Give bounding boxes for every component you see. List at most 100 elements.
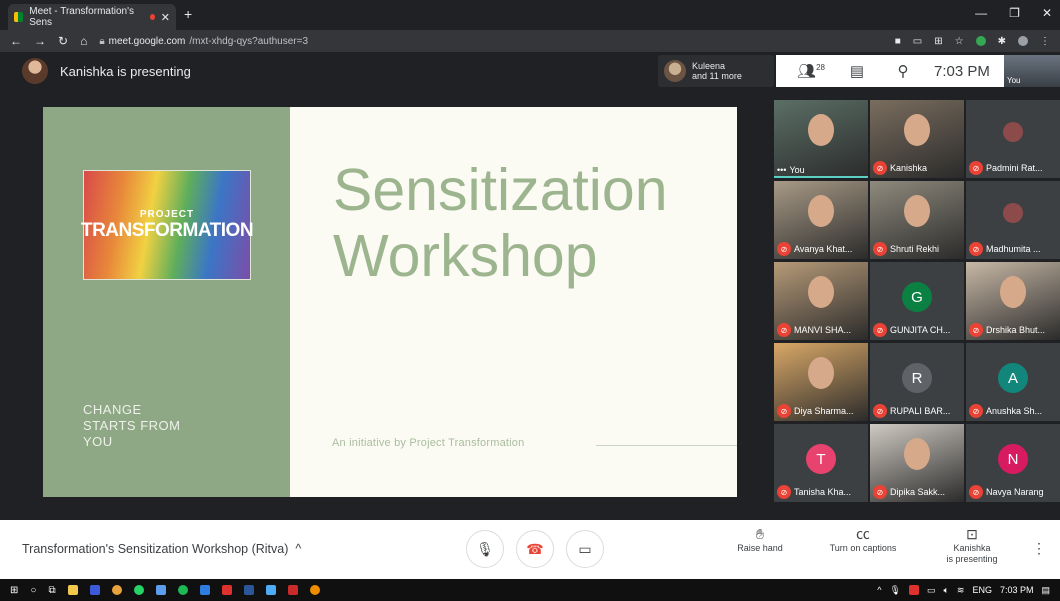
participant-tile[interactable]: ⊘ Shruti Rekhi (870, 181, 964, 259)
chevron-up-icon[interactable]: ^ (877, 585, 881, 595)
extension-icon[interactable] (975, 36, 986, 46)
app-icon[interactable] (155, 585, 166, 595)
presenting-label: Kanishka is presenting (60, 63, 191, 79)
cast-icon[interactable]: ▭ (913, 36, 922, 47)
microphone-button[interactable]: 🎙︎ (466, 530, 504, 568)
muted-mic-icon: ⊘ (969, 404, 983, 418)
participant-tile[interactable]: A ⊘ Anushka Sh... (966, 343, 1060, 421)
participant-face (808, 276, 834, 308)
participant-tile[interactable]: G ⊘ GUNJITA CH... (870, 262, 964, 340)
participant-tile[interactable]: ⊘ MANVI SHA... (774, 262, 868, 340)
windows-start-icon[interactable]: ⊞ (10, 585, 18, 596)
task-view-icon[interactable]: ⧉ (48, 585, 55, 596)
menu-icon[interactable]: ⋮ (1040, 36, 1050, 47)
captions-button[interactable]: ㏄ Turn on captions (824, 527, 902, 554)
participant-face (808, 357, 834, 389)
volume-icon[interactable]: 🔈︎ (943, 585, 948, 596)
window-controls: — ❐ ✕ (975, 6, 1052, 20)
hand-icon: ✋︎ (756, 526, 764, 542)
participant-name: Diya Sharma... (794, 406, 854, 416)
participant-name: Dipika Sakk... (890, 487, 946, 497)
activities-button[interactable]: ⚲ (880, 62, 926, 80)
search-icon[interactable]: ○ (30, 585, 36, 596)
meet-favicon-icon (14, 12, 24, 22)
chrome-active-icon[interactable] (309, 585, 320, 595)
self-view-thumbnail[interactable]: You (1004, 55, 1060, 87)
present-icon: ⊡ (966, 526, 978, 542)
grid-ext-icon[interactable]: ⊞ (934, 36, 942, 47)
profile-avatar[interactable] (1018, 36, 1028, 46)
language-indicator[interactable]: ENG (972, 585, 992, 595)
raise-hand-button[interactable]: ✋︎ Raise hand (735, 526, 785, 554)
participant-tile[interactable]: ⊘ Madhumita ... (966, 181, 1060, 259)
app-icon[interactable] (89, 585, 100, 595)
app-icon[interactable] (265, 585, 276, 595)
participant-tile[interactable]: ⊘ Diya Sharma... (774, 343, 868, 421)
participant-name-tag: ⊘ Madhumita ... (969, 242, 1041, 256)
participant-name-tag: ••• You (777, 165, 805, 175)
file-explorer-icon[interactable] (67, 585, 78, 595)
reload-icon[interactable]: ↻ (58, 34, 68, 48)
muted-mic-icon: ⊘ (873, 485, 887, 499)
close-window-icon[interactable]: ✕ (1042, 6, 1052, 20)
meeting-details-button[interactable]: Transformation's Sensitization Workshop … (22, 542, 301, 556)
more-options-icon[interactable]: ⋮ (1032, 540, 1046, 557)
participant-name-tag: ⊘ Avanya Khat... (777, 242, 852, 256)
participant-tile[interactable]: ⊘ Kanishka (870, 100, 964, 178)
pdf-icon[interactable] (221, 585, 232, 595)
logo-line2: TRANSFORMATION (80, 219, 254, 241)
participant-initial-avatar: G (902, 282, 932, 312)
participant-tile[interactable]: N ⊘ Navya Narang (966, 424, 1060, 502)
netflix-icon[interactable] (287, 585, 298, 595)
forward-icon[interactable]: → (34, 34, 46, 48)
new-tab-button[interactable]: + (184, 6, 192, 22)
maximize-icon[interactable]: ❐ (1009, 6, 1020, 20)
participant-name-tag: ⊘ Drshika Bhut... (969, 323, 1045, 337)
camera-button[interactable]: ▭ (566, 530, 604, 568)
notifications-icon[interactable]: ▤ (1041, 585, 1050, 596)
url-domain: meet.google.com (108, 35, 186, 47)
participant-tile[interactable]: ⊘ Drshika Bhut... (966, 262, 1060, 340)
wifi-icon[interactable]: ≋ (957, 585, 965, 596)
participant-name: You (789, 165, 805, 175)
battery-icon[interactable]: ▭ (927, 585, 936, 596)
chrome-icon[interactable] (111, 585, 122, 595)
people-button[interactable]: 👥︎28 (788, 62, 834, 80)
spotify-icon[interactable] (177, 585, 188, 595)
minimize-icon[interactable]: — (975, 6, 987, 20)
microphone-icon: 🎙︎ (476, 540, 494, 557)
participant-tile[interactable]: ⊘ Padmini Rat... (966, 100, 1060, 178)
puzzle-icon[interactable]: ✱ (998, 36, 1006, 47)
app-icon[interactable] (199, 585, 210, 595)
participant-tile[interactable]: ⊘ Dipika Sakk... (870, 424, 964, 502)
browser-tab[interactable]: Meet - Transformation's Sens ✕ (8, 4, 176, 30)
app-tray-icon[interactable] (908, 585, 919, 595)
others-presenting-chip[interactable]: Kuleena and 11 more (658, 55, 774, 87)
whatsapp-icon[interactable] (133, 585, 144, 595)
browser-tab-bar: Meet - Transformation's Sens ✕ + — ❐ ✕ (0, 0, 1060, 30)
slide-title-line2: Workshop (333, 223, 598, 289)
participant-tile[interactable]: T ⊘ Tanisha Kha... (774, 424, 868, 502)
avatar (22, 58, 48, 84)
participant-tile[interactable]: ⊘ Avanya Khat... (774, 181, 868, 259)
home-icon[interactable]: ⌂ (80, 34, 87, 48)
back-icon[interactable]: ← (10, 34, 22, 48)
microphone-icon[interactable]: 🎙︎ (890, 585, 901, 596)
muted-mic-icon: ⊘ (969, 323, 983, 337)
leave-call-button[interactable]: ☎︎ (516, 530, 554, 568)
url-field[interactable]: 🔒︎ meet.google.com/mxt-xhdg-qys?authuser… (99, 36, 308, 47)
close-tab-icon[interactable]: ✕ (161, 11, 170, 24)
participant-tile[interactable]: ••• You (774, 100, 868, 178)
present-button[interactable]: ⊡ Kanishka is presenting (940, 526, 1004, 565)
bookmark-star-icon[interactable]: ☆ (955, 36, 964, 47)
word-icon[interactable] (243, 585, 254, 595)
taskbar-clock[interactable]: 7:03 PM (1000, 585, 1034, 595)
camera-icon: ▭ (578, 540, 592, 557)
chat-button[interactable]: ▤ (834, 62, 880, 80)
participant-name-tag: ⊘ Diya Sharma... (777, 404, 854, 418)
camera-in-use-icon[interactable]: ■ (895, 36, 901, 47)
meeting-time: 7:03 PM (934, 62, 990, 80)
participant-name-tag: ⊘ Navya Narang (969, 485, 1044, 499)
others-name: Kuleena (692, 61, 726, 71)
participant-tile[interactable]: R ⊘ RUPALI BAR... (870, 343, 964, 421)
